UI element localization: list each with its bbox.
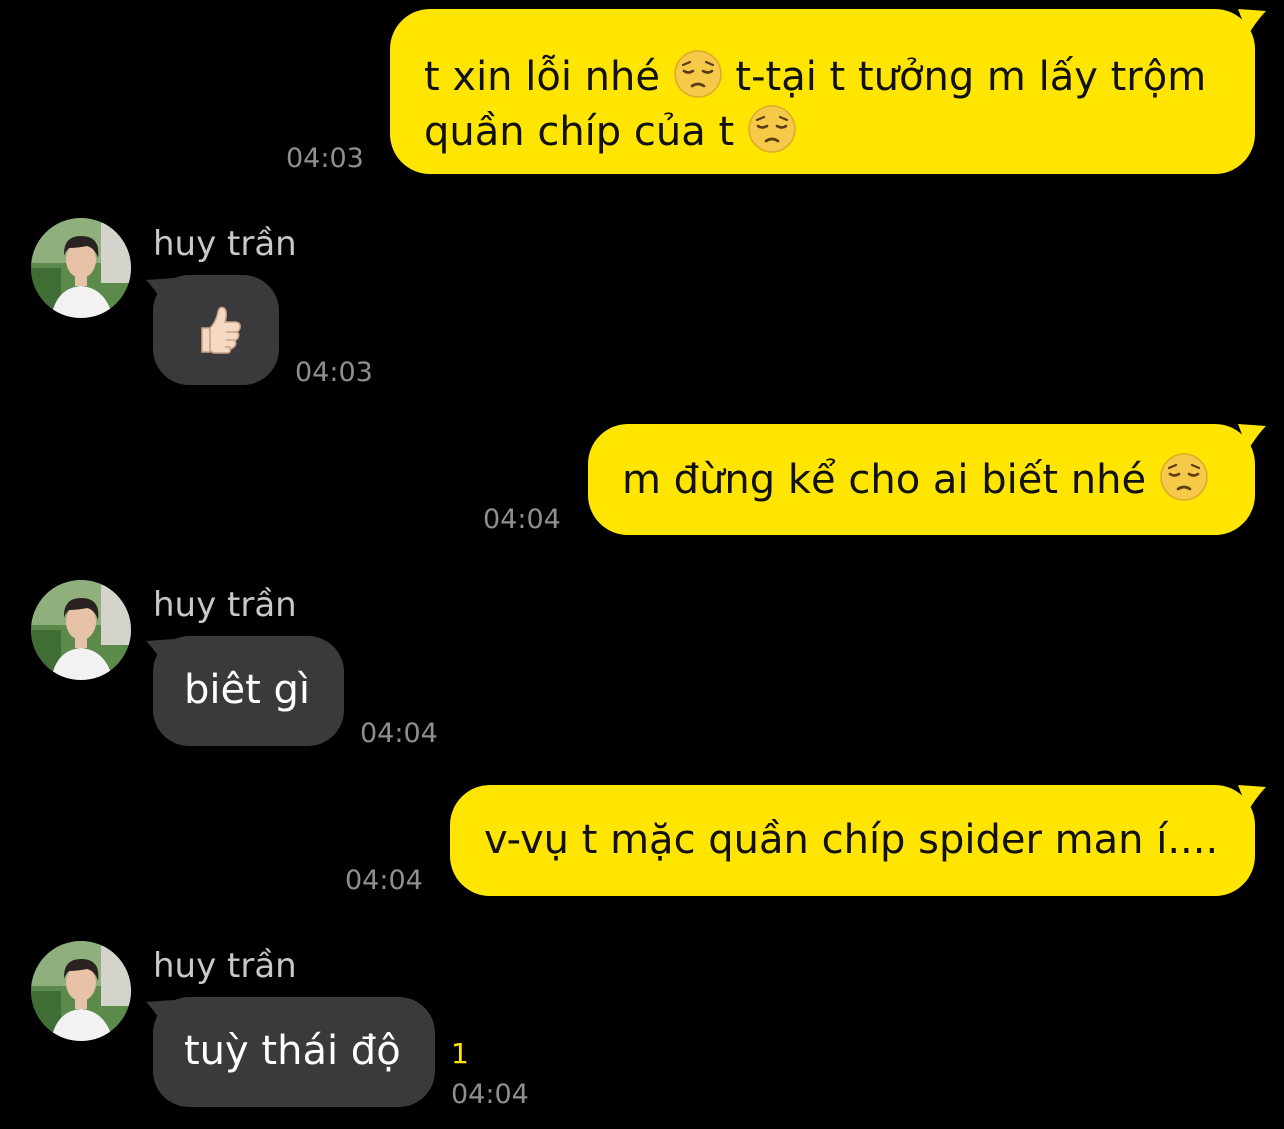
message-text: t-tại t tưởng m lấy trộm — [722, 54, 1207, 100]
message-timestamp: 04:04 — [345, 865, 423, 896]
message-timestamp: 04:04 — [360, 718, 438, 749]
sender-name: huy trần — [153, 946, 297, 986]
message-line: quần chíp của t — [424, 104, 1225, 159]
message-text: quần chíp của t — [424, 109, 747, 155]
pensive-face-icon — [747, 104, 797, 154]
outgoing-message-bubble[interactable]: m đừng kể cho ai biết nhé — [588, 424, 1255, 535]
avatar[interactable] — [31, 218, 131, 318]
pensive-face-icon — [673, 49, 723, 99]
bubble-tail — [1238, 9, 1266, 35]
message-text: m đừng kể cho ai biết nhé — [622, 457, 1159, 503]
message-timestamp: 04:03 — [286, 143, 364, 174]
message-timestamp: 04:04 — [483, 504, 561, 535]
message-line: t xin lỗi nhé t-tại t tưởng m lấy trộm — [424, 49, 1225, 104]
unread-count-badge: 1 — [451, 1037, 469, 1070]
chat-thread: t xin lỗi nhé t-tại t tưởng m lấy trộm q… — [0, 0, 1284, 1129]
message-timestamp: 04:03 — [295, 357, 373, 388]
incoming-message-bubble[interactable] — [153, 275, 279, 385]
message-timestamp: 04:04 — [451, 1079, 529, 1110]
bubble-tail — [1238, 424, 1266, 450]
thumbs-up-icon — [201, 306, 241, 354]
incoming-message-bubble[interactable]: biêt gì — [153, 636, 344, 746]
pensive-face-icon — [1159, 452, 1209, 502]
avatar-photo — [31, 218, 131, 318]
outgoing-message-bubble[interactable]: v-vụ t mặc quần chíp spider man í.... — [450, 785, 1255, 896]
avatar[interactable] — [31, 580, 131, 680]
sender-name: huy trần — [153, 585, 297, 625]
message-text: tuỳ thái độ — [184, 1028, 401, 1074]
avatar-photo — [31, 941, 131, 1041]
avatar[interactable] — [31, 941, 131, 1041]
avatar-photo — [31, 580, 131, 680]
message-text: v-vụ t mặc quần chíp spider man í.... — [484, 817, 1219, 863]
bubble-tail — [1238, 785, 1266, 811]
outgoing-message-bubble[interactable]: t xin lỗi nhé t-tại t tưởng m lấy trộm q… — [390, 9, 1255, 174]
message-text: t xin lỗi nhé — [424, 54, 673, 100]
incoming-message-bubble[interactable]: tuỳ thái độ — [153, 997, 435, 1107]
sender-name: huy trần — [153, 224, 297, 264]
message-text: biêt gì — [184, 667, 311, 713]
